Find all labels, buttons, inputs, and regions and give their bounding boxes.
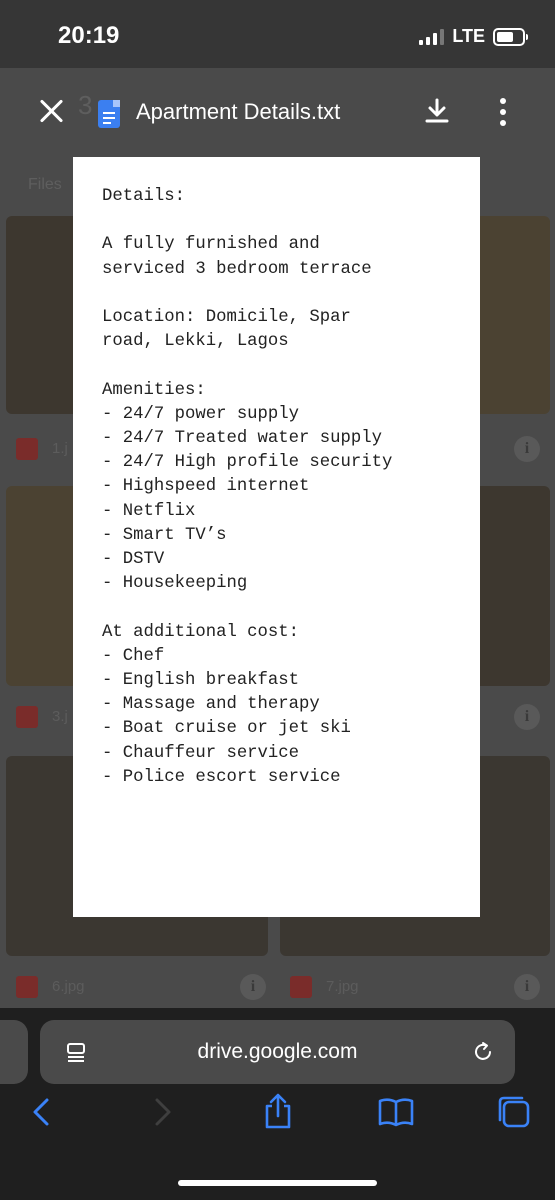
image-file-icon (16, 976, 38, 998)
bookmarks-icon[interactable] (376, 1092, 416, 1132)
back-icon[interactable] (22, 1092, 62, 1132)
document-title: Apartment Details.txt (136, 99, 341, 124)
viewer-toolbar: Apartment Details.txt (0, 68, 555, 156)
network-type: LTE (452, 26, 485, 46)
close-icon[interactable] (38, 98, 64, 124)
reload-icon[interactable] (471, 1040, 495, 1064)
previous-tab-pill[interactable] (0, 1020, 28, 1084)
download-icon[interactable] (422, 96, 452, 126)
image-file-icon (16, 438, 38, 460)
google-docs-file-icon (98, 100, 120, 128)
url-text: drive.google.com (197, 1040, 358, 1063)
home-indicator[interactable] (178, 1180, 377, 1186)
info-icon[interactable]: i (514, 974, 540, 1000)
status-indicators: LTE (419, 26, 528, 47)
tabs-icon[interactable] (494, 1092, 534, 1132)
info-icon[interactable]: i (514, 436, 540, 462)
image-file-icon (290, 976, 312, 998)
battery-icon (493, 27, 528, 46)
address-bar[interactable]: drive.google.com (40, 1020, 515, 1084)
file-name: 6.jpg (52, 978, 85, 995)
status-bar: 20:19 LTE (0, 0, 555, 68)
document-page: Details: A fully furnished and serviced … (73, 157, 480, 917)
forward-icon (155, 1098, 171, 1126)
file-name: 3.j (52, 708, 68, 725)
files-section-label: Files (28, 176, 62, 193)
share-icon[interactable] (258, 1092, 298, 1132)
file-name: 1.j (52, 440, 68, 457)
cellular-signal-icon (419, 28, 445, 45)
image-file-icon (16, 706, 38, 728)
status-time: 20:19 (58, 22, 120, 49)
more-options-icon[interactable] (500, 98, 506, 126)
file-name: 7.jpg (326, 978, 359, 995)
info-icon[interactable]: i (240, 974, 266, 1000)
document-text: Details: A fully furnished and serviced … (102, 187, 393, 787)
info-icon[interactable]: i (514, 704, 540, 730)
